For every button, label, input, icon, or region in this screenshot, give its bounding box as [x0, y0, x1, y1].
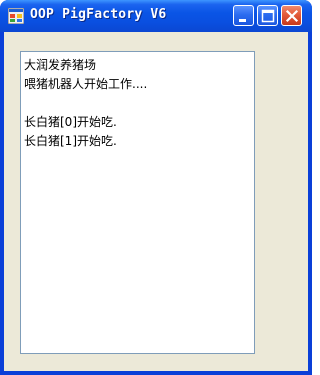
window-client-area: 大润发养猪场 喂猪机器人开始工作.... 长白猪[0]开始吃. 长白猪[1]开始…: [4, 32, 308, 371]
output-textbox[interactable]: 大润发养猪场 喂猪机器人开始工作.... 长白猪[0]开始吃. 长白猪[1]开始…: [20, 51, 255, 354]
output-line: 大润发养猪场: [24, 58, 97, 72]
minimize-button[interactable]: [233, 5, 254, 26]
minimize-icon: [239, 19, 246, 22]
app-window-icon: [8, 8, 24, 24]
maximize-button[interactable]: [257, 5, 278, 26]
output-line: 喂猪机器人开始工作....: [24, 77, 148, 91]
maximize-icon: [261, 9, 275, 23]
title-bar[interactable]: OOP PigFactory V6: [0, 0, 312, 32]
window-title: OOP PigFactory V6: [30, 7, 167, 22]
output-line: 长白猪[0]开始吃.: [24, 115, 117, 129]
close-icon: [285, 9, 299, 23]
output-line: 长白猪[1]开始吃.: [24, 134, 117, 148]
app-window: OOP PigFactory V6 大润发养猪场 喂猪机器人开始工作.... 长…: [0, 0, 312, 375]
close-button[interactable]: [281, 5, 302, 26]
